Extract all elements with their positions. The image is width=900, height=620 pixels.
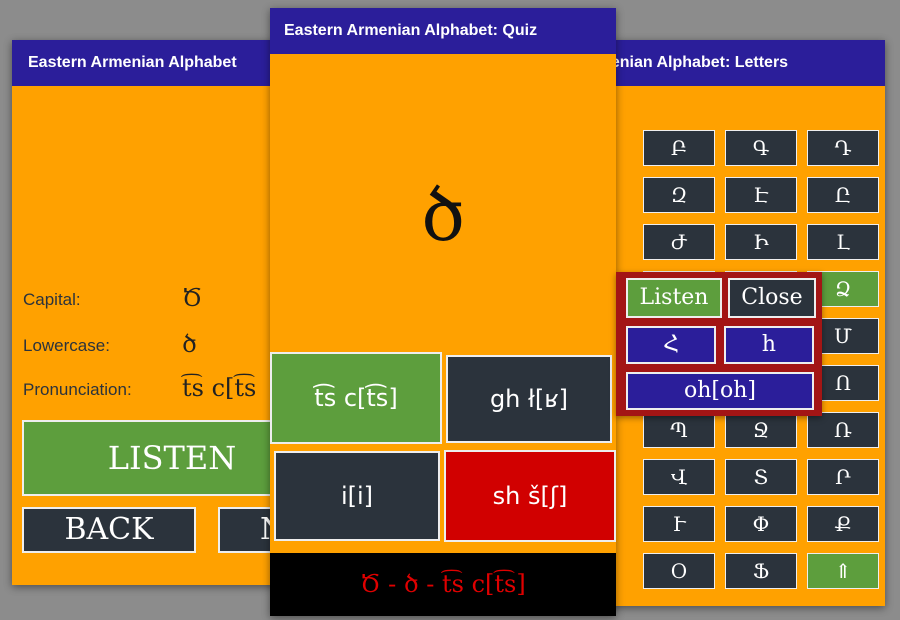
letter-button[interactable]: Դ [807, 130, 879, 166]
quiz-option-2[interactable]: gh ł[ʁ] [446, 355, 612, 443]
capital-value: Ծ [182, 284, 203, 312]
quiz-feedback: Ծ - ծ - t͡s c[t͡s] [270, 553, 616, 616]
quiz-window-title: Eastern Armenian Alphabet: Quiz [270, 8, 616, 54]
quiz-option-4[interactable]: sh š[ʃ] [444, 450, 616, 542]
letter-button[interactable]: Զ [643, 177, 715, 213]
listen-button[interactable]: LISTEN [22, 420, 312, 496]
letter-button[interactable]: Պ [643, 412, 715, 448]
lowercase-value: ծ [182, 330, 197, 358]
letter-button[interactable]: Օ [643, 553, 715, 589]
letter-button[interactable]: Բ [643, 130, 715, 166]
letter-detail-window: Eastern Armenian Alphabet Capital: Ծ Low… [12, 40, 312, 585]
letter-button[interactable]: Վ [643, 459, 715, 495]
letter-button[interactable]: Փ [725, 506, 797, 542]
letter-button[interactable]: Ի [725, 224, 797, 260]
letter-button[interactable]: Ռ [807, 412, 879, 448]
popup-close-button[interactable]: Close [728, 278, 816, 318]
letter-button[interactable]: Է [725, 177, 797, 213]
letter-button[interactable]: Գ [725, 130, 797, 166]
quiz-option-1[interactable]: t͡s c[t͡s] [270, 352, 442, 444]
popup-lowercase: հ [724, 326, 814, 364]
popup-pronunciation: oh[oh] [626, 372, 814, 410]
lowercase-label: Lowercase: [23, 336, 110, 355]
detail-window-title: Eastern Armenian Alphabet [12, 40, 312, 86]
letter-button[interactable]: Ք [807, 506, 879, 542]
letter-button[interactable]: Ը [807, 177, 879, 213]
back-button[interactable]: BACK [22, 507, 196, 553]
letter-button[interactable]: Տ [725, 459, 797, 495]
quiz-letter: ծ [420, 173, 466, 257]
quiz-window: Eastern Armenian Alphabet: Quiz ծ t͡s c[… [270, 8, 616, 616]
pronunciation-value: t͡s c[t͡s [182, 374, 257, 402]
quiz-option-3[interactable]: i[i] [274, 451, 440, 541]
letter-button[interactable]: Ր [807, 459, 879, 495]
pronunciation-label: Pronunciation: [23, 380, 132, 399]
letter-button[interactable]: Ջ [725, 412, 797, 448]
letter-button[interactable]: Ւ [643, 506, 715, 542]
capital-label: Capital: [23, 290, 81, 309]
popup-listen-button[interactable]: Listen [626, 278, 722, 318]
letter-button[interactable]: Ժ [643, 224, 715, 260]
letter-popup: Listen Close Հ հ oh[oh] [616, 272, 822, 416]
popup-capital: Հ [626, 326, 716, 364]
scroll-top-button[interactable]: ⇑ [807, 553, 879, 589]
letter-button[interactable]: Ֆ [725, 553, 797, 589]
letter-button[interactable]: Լ [807, 224, 879, 260]
